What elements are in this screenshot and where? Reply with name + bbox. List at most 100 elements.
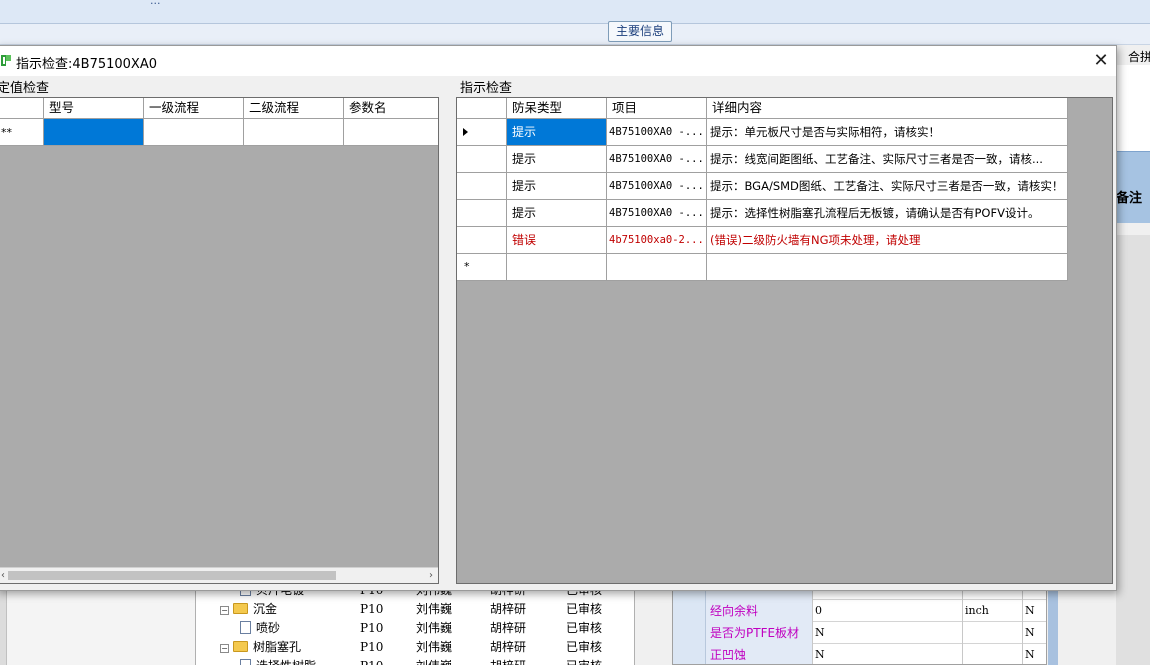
row-header[interactable] [457,119,507,146]
type-cell[interactable]: 提示 [507,173,607,200]
close-icon: ✕ [1093,50,1109,71]
new-row[interactable]: * [457,254,1068,281]
scroll-left-icon[interactable]: ‹ [0,568,8,583]
parameter-row[interactable]: 经向余料 0 inch N [673,600,1046,622]
tree-row[interactable]: 喷砂 P10 刘伟巍 胡梓研 已审核 [196,619,634,638]
column-header-second-process[interactable]: 二级流程 [244,98,344,119]
instruction-row[interactable]: 提示 4B75100XA0 -... 提示：选择性树脂塞孔流程后无板镀，请确认是否有… [457,200,1068,227]
item-cell[interactable]: 4B75100XA0 -... [607,200,707,227]
grid-cell[interactable] [607,254,707,281]
parameter-grid-sidebar [1048,590,1058,665]
instruction-row[interactable]: 提示 4B75100XA0 -... 提示：BGA/SMD图纸、工艺备注、实际尺寸三… [457,173,1068,200]
parameter-grid-panel: 经向余料 0 inch N 是否为PTFE板材 N N 正凹蚀 N N [660,590,1060,665]
item-cell[interactable]: 4B75100XA0 -... [607,173,707,200]
background-left-strip [0,590,195,665]
tree-code: P10 [360,640,384,654]
current-row-arrow-icon [463,128,468,136]
item-cell[interactable]: 4B75100XA0 -... [607,119,707,146]
row-header[interactable] [673,600,706,622]
tree-node[interactable]: − 树脂塞孔 [220,638,301,657]
parameter-name[interactable]: 经向余料 [706,600,813,622]
new-row-marker: * [464,260,470,273]
tree-row[interactable]: 贝片电镀 P10 刘伟巍 胡梓研 已审核 [196,590,634,600]
parameter-row[interactable]: 正凹蚀 N N [673,644,1046,664]
row-header[interactable]: * [457,254,507,281]
instruction-row[interactable]: 错误 4b75100xa0-2... (错误)二级防火墙有NG项未处理，请处理 [457,227,1068,254]
detail-cell[interactable]: (错误)二级防火墙有NG项未处理，请处理 [707,227,1068,254]
grid-cell[interactable] [244,119,344,146]
fixed-value-check-label: 定值检查 [0,81,50,96]
parameter-row[interactable]: 是否为PTFE板材 N N [673,622,1046,644]
grid-header-row: 防呆类型 项目 详细内容 [457,98,1068,119]
item-cell[interactable]: 4b75100xa0-2... [607,227,707,254]
instruction-row[interactable]: 提示 4B75100XA0 -... 提示：单元板尺寸是否与实际相符，请核实！ [457,119,1068,146]
column-header-model[interactable]: 型号 [44,98,144,119]
type-cell[interactable]: 提示 [507,146,607,173]
column-header-first-process[interactable]: 一级流程 [144,98,244,119]
collapse-icon[interactable]: − [220,606,229,615]
grid-cell[interactable] [344,119,438,146]
instruction-row[interactable]: 提示 4B75100XA0 -... 提示：线宽间距图纸、工艺备注、实际尺寸三者是否… [457,146,1068,173]
truncated-top-text: ... [150,0,161,7]
folder-icon [233,603,248,614]
type-cell[interactable]: 提示 [507,119,607,146]
tree-row[interactable]: − 沉金 P10 刘伟巍 胡梓研 已审核 [196,600,634,619]
row-header[interactable] [673,622,706,644]
collapse-icon[interactable]: − [220,644,229,653]
row-header[interactable] [673,591,706,600]
parameter-flag[interactable]: N [1025,622,1045,644]
parameter-name[interactable] [706,591,813,600]
row-header[interactable] [673,644,706,664]
row-header[interactable] [457,200,507,227]
parameter-unit[interactable]: inch [963,600,1023,622]
detail-cell[interactable]: 提示：选择性树脂塞孔流程后无板镀，请确认是否有POFV设计。 [707,200,1068,227]
parameter-value[interactable]: N [813,622,963,644]
parameter-flag[interactable]: N [1025,644,1045,664]
parameter-value[interactable]: N [813,644,963,664]
parameter-row[interactable] [673,591,1046,600]
tree-node[interactable]: 选择性树脂 [240,657,316,665]
parameter-unit[interactable] [963,644,1023,664]
grid-cell[interactable] [144,119,244,146]
merge-label[interactable]: 合拼 [1128,48,1150,65]
tree-node[interactable]: 喷砂 [240,619,280,638]
main-info-tab[interactable]: 主要信息 [608,21,672,42]
column-header-type[interactable]: 防呆类型 [507,98,607,119]
vertical-scrollbar[interactable] [0,590,7,665]
parameter-flag[interactable] [1025,591,1045,600]
parameter-name[interactable]: 是否为PTFE板材 [706,622,813,644]
horizontal-scrollbar[interactable]: ‹ › [0,567,438,583]
row-header[interactable] [457,173,507,200]
detail-cell[interactable]: 提示：单元板尺寸是否与实际相符，请核实！ [707,119,1068,146]
parameter-value[interactable]: 0 [813,600,963,622]
row-header[interactable] [457,227,507,254]
detail-cell[interactable]: 提示：BGA/SMD图纸、工艺备注、实际尺寸三者是否一致，请核实！ [707,173,1068,200]
tree-node[interactable]: 贝片电镀 [240,590,304,600]
parameter-flag[interactable]: N [1025,600,1045,622]
row-header[interactable] [457,146,507,173]
parameter-unit[interactable] [963,622,1023,644]
grid-cell[interactable] [44,119,144,146]
parameter-name[interactable]: 正凹蚀 [706,644,813,664]
type-cell[interactable]: 错误 [507,227,607,254]
tree-row[interactable]: 选择性树脂 P10 刘伟巍 胡梓研 已审核 [196,657,634,665]
dialog-titlebar[interactable]: 指示检查:4B75100XA0 ✕ [0,46,1116,76]
column-header-item[interactable]: 项目 [607,98,707,119]
type-cell[interactable]: 提示 [507,200,607,227]
grid-cell[interactable] [707,254,1068,281]
fixed-value-check-grid: 型号 一级流程 二级流程 参数名 ** ‹ › [0,97,439,584]
scroll-right-icon[interactable]: › [425,568,437,583]
tree-row[interactable]: − 树脂塞孔 P10 刘伟巍 胡梓研 已审核 [196,638,634,657]
scrollbar-thumb[interactable] [8,571,336,580]
parameter-value[interactable] [813,591,963,600]
item-cell[interactable]: 4B75100XA0 -... [607,146,707,173]
app-icon [1,55,11,66]
grid-cell[interactable] [507,254,607,281]
row-header[interactable]: ** [0,119,44,146]
parameter-unit[interactable] [963,591,1023,600]
detail-cell[interactable]: 提示：线宽间距图纸、工艺备注、实际尺寸三者是否一致，请核... [707,146,1068,173]
column-header-param-name[interactable]: 参数名 [344,98,438,119]
close-button[interactable]: ✕ [1085,46,1117,76]
tree-node[interactable]: − 沉金 [220,600,277,619]
column-header-detail[interactable]: 详细内容 [707,98,1068,119]
